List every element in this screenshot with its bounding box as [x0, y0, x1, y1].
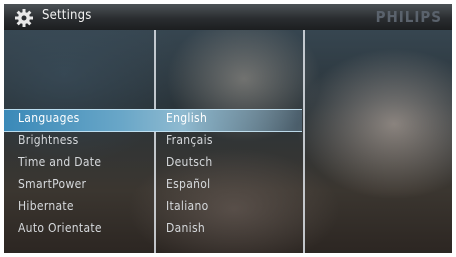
- language-option-danish[interactable]: Danish: [166, 221, 205, 235]
- language-option-espanol[interactable]: Español: [166, 177, 210, 191]
- menu-item-languages[interactable]: Languages: [18, 111, 80, 125]
- language-option-deutsch[interactable]: Deutsch: [166, 155, 213, 169]
- page-title: Settings: [42, 8, 92, 23]
- menu-item-brightness[interactable]: Brightness: [18, 133, 79, 147]
- column-divider-right: [303, 30, 305, 253]
- menu-item-hibernate[interactable]: Hibernate: [18, 199, 74, 213]
- settings-screen: Settings PHILIPS Languages Brightness Ti…: [4, 4, 452, 253]
- title-bar: Settings PHILIPS: [4, 4, 452, 30]
- menu-item-smartpower[interactable]: SmartPower: [18, 177, 86, 191]
- column-divider-left: [154, 30, 156, 253]
- language-option-francais[interactable]: Français: [166, 133, 213, 147]
- language-option-italiano[interactable]: Italiano: [166, 199, 209, 213]
- language-option-english[interactable]: English: [166, 111, 207, 125]
- gear-icon: [15, 9, 33, 27]
- brand-logo: PHILIPS: [375, 8, 442, 26]
- menu-item-auto-orientate[interactable]: Auto Orientate: [18, 221, 102, 235]
- menu-item-time-and-date[interactable]: Time and Date: [18, 155, 101, 169]
